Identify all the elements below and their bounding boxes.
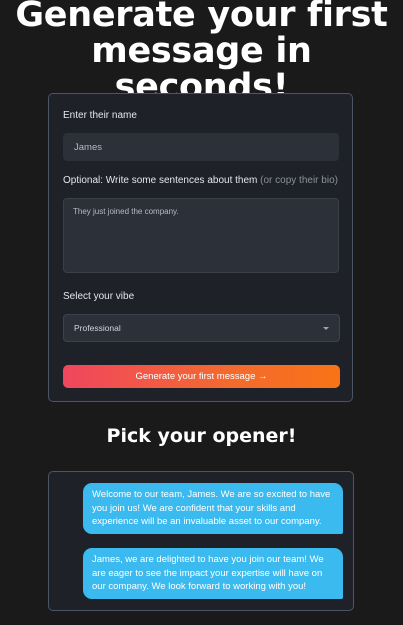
openers-card: Welcome to our team, James. We are so ex… bbox=[48, 471, 354, 611]
bio-label-text: Optional: Write some sentences about the… bbox=[63, 175, 258, 186]
vibe-label: Select your vibe bbox=[63, 291, 135, 302]
bio-label: Optional: Write some sentences about the… bbox=[63, 175, 338, 186]
vibe-select-value: Professional bbox=[74, 323, 121, 333]
hero-title: Generate your first message in seconds! bbox=[15, 0, 388, 107]
vibe-select[interactable]: Professional bbox=[63, 314, 340, 342]
bio-label-hint: (or copy their bio) bbox=[260, 175, 338, 186]
page: Generate your first message in seconds! … bbox=[0, 0, 403, 625]
generate-button[interactable]: Generate your first message → bbox=[63, 365, 340, 388]
opener-message-2[interactable]: James, we are delighted to have you join… bbox=[83, 548, 343, 599]
openers-title: Pick your opener! bbox=[106, 425, 297, 447]
chevron-down-icon bbox=[323, 326, 329, 330]
bio-textarea[interactable]: They just joined the company. bbox=[63, 198, 339, 273]
name-label: Enter their name bbox=[63, 110, 137, 121]
opener-message-1[interactable]: Welcome to our team, James. We are so ex… bbox=[83, 483, 343, 534]
name-input[interactable] bbox=[63, 133, 339, 161]
message-form-card: Enter their name Optional: Write some se… bbox=[48, 93, 353, 402]
